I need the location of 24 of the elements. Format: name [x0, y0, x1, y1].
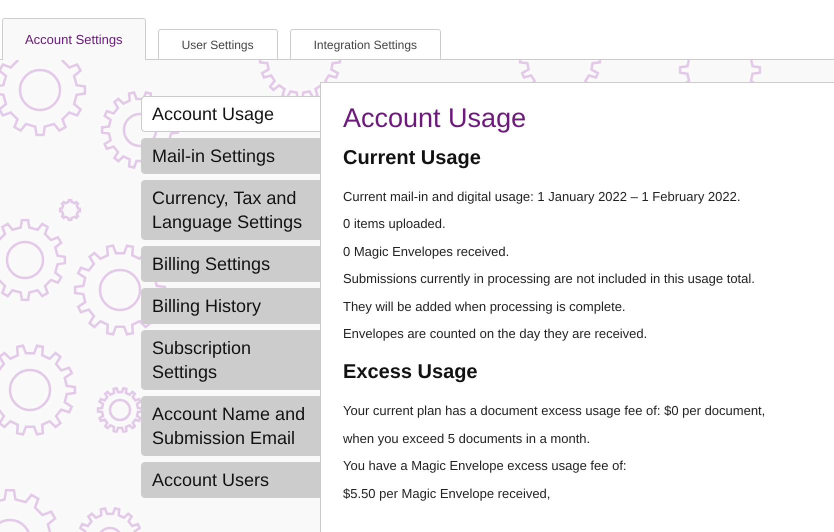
body-text: 0 Magic Envelopes received. [343, 242, 510, 261]
sidebar-item[interactable]: Account Usage [141, 96, 320, 132]
tab[interactable]: User Settings [158, 29, 278, 59]
body-text: They will be added when processing is complete. [343, 298, 627, 316]
section-heading: Current Usage [343, 146, 482, 171]
section-heading: Excess Usage [343, 360, 479, 386]
sidebar-item[interactable]: Billing History [141, 288, 320, 324]
sidebar-item[interactable]: Currency, Tax and Language Settings [141, 180, 320, 240]
sidebar-item[interactable]: Mail-in Settings [141, 138, 320, 174]
tab[interactable]: Account Settings [2, 18, 146, 60]
body-text: when you exceed 5 documents in a month. [343, 430, 592, 448]
body-text: Submissions currently in processing are not included in this usage total. [343, 270, 756, 288]
tab[interactable]: Integration Settings [290, 29, 441, 59]
body-text: Your current plan has a document excess usage fee of: $0 per document, [343, 402, 766, 420]
body-text: Envelopes are counted on the day they are received. [343, 325, 648, 344]
sidebar-item[interactable]: Subscription Settings [141, 330, 320, 390]
body-text: 0 items uploaded. [343, 215, 447, 234]
sidebar-item[interactable]: Account Users [141, 462, 320, 498]
sidebar-item[interactable]: Account Name and Submission Email [141, 396, 320, 456]
body-text: You have a Magic Envelope excess usage fee of: [343, 457, 628, 476]
body-text: $5.50 per Magic Envelope received, [343, 484, 552, 503]
body-text: Current mail-in and digital usage: 1 January 2022 – 1 February 2022. [343, 188, 742, 206]
sidebar-item[interactable]: Billing Settings [141, 246, 320, 282]
page-title: Account Usage [343, 102, 528, 135]
